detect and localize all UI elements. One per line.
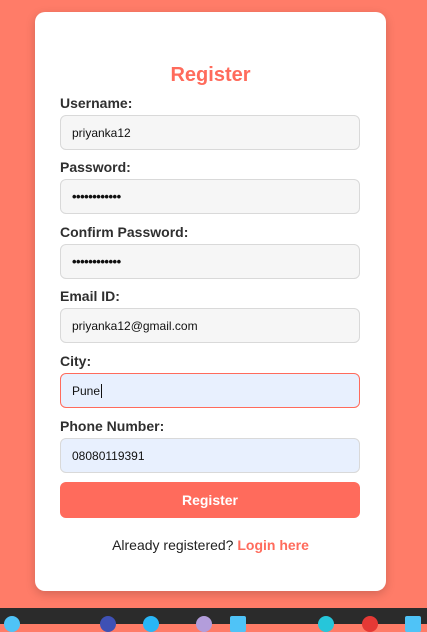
email-input[interactable]: priyanka12@gmail.com: [60, 308, 360, 343]
password-label: Password:: [60, 159, 131, 175]
city-value: Pune: [72, 383, 101, 398]
app-icon[interactable]: [318, 616, 334, 632]
confirm-password-input[interactable]: ••••••••••••: [60, 244, 360, 279]
username-label: Username:: [60, 95, 133, 111]
city-label: City:: [60, 353, 92, 369]
email-value: priyanka12@gmail.com: [72, 318, 198, 333]
login-prompt-text: Already registered?: [112, 537, 238, 553]
text-cursor: [101, 383, 103, 398]
register-card: Register Username: priyanka12 Password: …: [35, 12, 386, 591]
password-input[interactable]: ••••••••••••: [60, 179, 360, 214]
taskbar: [0, 608, 427, 632]
app-icon[interactable]: [196, 616, 212, 632]
username-input[interactable]: priyanka12: [60, 115, 360, 150]
password-value: ••••••••••••: [72, 189, 121, 204]
app-icon[interactable]: [405, 616, 421, 632]
username-value: priyanka12: [72, 125, 131, 140]
register-button[interactable]: Register: [60, 482, 360, 518]
app-icon[interactable]: [100, 616, 116, 632]
login-prompt: Already registered? Login here: [35, 537, 386, 553]
app-icon[interactable]: [4, 616, 20, 632]
app-icon[interactable]: [362, 616, 378, 632]
phone-label: Phone Number:: [60, 418, 165, 434]
app-icon[interactable]: [143, 616, 159, 632]
confirm-password-label: Confirm Password:: [60, 224, 189, 240]
email-label: Email ID:: [60, 288, 120, 304]
city-input[interactable]: Pune: [60, 373, 360, 408]
confirm-password-value: ••••••••••••: [72, 254, 121, 269]
form-title: Register: [170, 64, 251, 86]
phone-value: 08080119391: [72, 448, 145, 463]
login-link[interactable]: Login here: [237, 537, 309, 553]
phone-input[interactable]: 08080119391: [60, 438, 360, 473]
app-icon[interactable]: [230, 616, 246, 632]
